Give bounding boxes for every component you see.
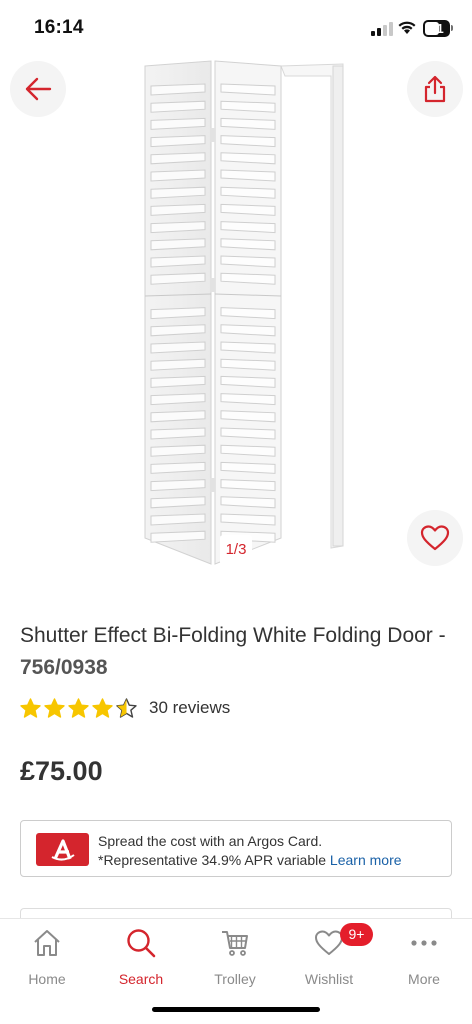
product-title: Shutter Effect Bi-Folding White Folding … <box>20 620 450 684</box>
product-code: 756/0938 <box>20 656 108 679</box>
share-icon <box>424 75 446 103</box>
status-time: 16:14 <box>34 17 84 38</box>
star-icon <box>44 697 65 718</box>
nav-more-label: More <box>408 971 440 987</box>
wifi-icon <box>398 21 416 34</box>
nav-home-label: Home <box>28 971 66 987</box>
more-icon <box>411 940 437 946</box>
nav-search[interactable]: Search <box>94 927 188 991</box>
home-indicator <box>152 1007 320 1012</box>
arrow-left-icon <box>25 77 52 101</box>
star-icon <box>92 697 113 718</box>
cellular-signal-icon <box>371 22 393 36</box>
battery-level: 61 <box>429 21 444 36</box>
card-offer-text: Spread the cost with an Argos Card. <box>98 833 323 849</box>
back-button[interactable] <box>10 61 66 117</box>
heart-icon <box>420 525 450 551</box>
home-icon <box>34 930 60 956</box>
learn-more-link[interactable]: Learn more <box>330 852 402 868</box>
search-icon <box>127 929 156 958</box>
add-to-wishlist-button[interactable] <box>407 510 463 566</box>
nav-home[interactable]: Home <box>0 927 94 991</box>
image-counter: 1/3 <box>220 535 252 565</box>
nav-trolley-label: Trolley <box>214 971 256 987</box>
wishlist-badge: 9+ <box>340 923 373 946</box>
card-apr-text: *Representative 34.9% APR variable Learn… <box>98 852 402 868</box>
trolley-icon <box>222 931 248 956</box>
star-icon <box>68 697 89 718</box>
battery-icon: 61 <box>423 20 453 37</box>
rating-row[interactable]: 30 reviews <box>20 695 230 721</box>
card-apr-label: *Representative 34.9% APR variable <box>98 852 330 868</box>
product-image[interactable] <box>135 58 345 570</box>
star-icon <box>116 697 137 718</box>
nav-trolley[interactable]: Trolley <box>188 927 282 991</box>
nav-more[interactable]: More <box>377 927 471 991</box>
nav-wishlist-label: Wishlist <box>304 971 354 987</box>
argos-card-logo <box>36 833 89 866</box>
argos-card-banner[interactable]: Spread the cost with an Argos Card. *Rep… <box>20 820 452 877</box>
nav-search-label: Search <box>118 971 164 987</box>
status-bar: 16:14 61 <box>0 0 472 56</box>
star-rating <box>20 697 137 719</box>
product-title-text: Shutter Effect Bi-Folding White Folding … <box>20 624 446 647</box>
star-icon <box>20 697 41 718</box>
reviews-count[interactable]: 30 reviews <box>149 698 230 718</box>
product-price: £75.00 <box>20 756 103 786</box>
share-button[interactable] <box>407 61 463 117</box>
